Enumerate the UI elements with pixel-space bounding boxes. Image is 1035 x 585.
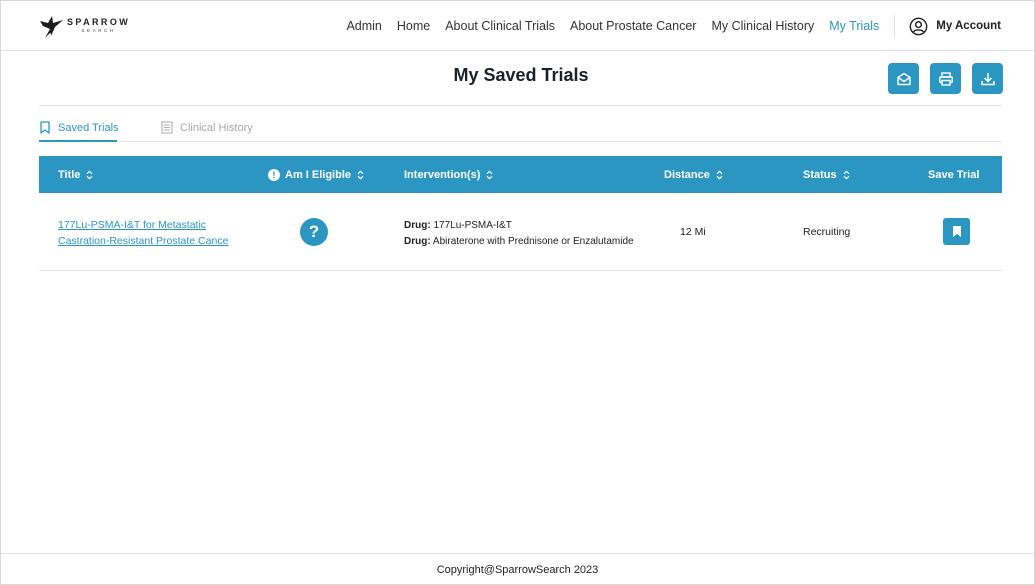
trial-title-line-2: Castration-Resistant Prostate Cance	[58, 235, 229, 247]
column-distance-label: Distance	[664, 168, 710, 181]
brand-subname: SEARCH	[81, 28, 116, 34]
sort-icon	[487, 170, 493, 179]
nav-my-trials[interactable]: My Trials	[829, 19, 879, 33]
column-save-label: Save Trial	[928, 168, 980, 181]
my-account-button[interactable]: My Account	[909, 17, 1001, 36]
intervention-item: Drug: Abiraterone with Prednisone or Enz…	[404, 234, 634, 250]
column-header-title[interactable]: Title	[58, 156, 93, 193]
info-icon: !	[268, 168, 280, 181]
brand-name: SPARROW	[67, 17, 131, 28]
intervention-item: Drug: 177Lu-PSMA-I&T	[404, 218, 634, 234]
status-value: Recruiting	[803, 226, 851, 238]
tab-saved-trials[interactable]: Saved Trials	[39, 121, 119, 134]
top-navigation-bar: SPARROW SEARCH Admin Home About Clinical…	[1, 1, 1034, 51]
intervention-name: 177Lu-PSMA-I&T	[433, 220, 512, 231]
email-button[interactable]	[888, 63, 919, 94]
bookmark-filled-icon	[952, 226, 961, 237]
main-nav: Admin Home About Clinical Trials About P…	[346, 1, 1034, 51]
tabs-divider	[39, 141, 1002, 142]
eligibility-check-button[interactable]: ?	[300, 218, 328, 246]
intervention-type: Drug:	[404, 220, 431, 231]
column-header-status[interactable]: Status	[803, 156, 850, 193]
page-title: My Saved Trials	[453, 65, 589, 85]
copyright-text: Copyright@SparrowSearch 2023	[436, 563, 599, 576]
column-eligible-label: Am I Eligible	[285, 168, 352, 181]
save-trial-button[interactable]	[943, 218, 970, 245]
distance-value: 12 Mi	[680, 226, 706, 238]
table-row: 177Lu-PSMA-I&T for Metastatic Castration…	[39, 193, 1002, 271]
nav-home[interactable]: Home	[397, 19, 430, 33]
nav-my-clinical-history[interactable]: My Clinical History	[711, 19, 814, 33]
trial-title-link[interactable]: 177Lu-PSMA-I&T for Metastatic Castration…	[58, 217, 248, 249]
tab-saved-trials-label: Saved Trials	[58, 121, 119, 134]
question-icon: ?	[308, 222, 320, 241]
tab-clinical-history[interactable]: Clinical History	[161, 121, 253, 134]
column-header-save: Save Trial	[928, 156, 979, 193]
active-tab-indicator	[39, 140, 117, 142]
nav-about-prostate-cancer[interactable]: About Prostate Cancer	[570, 19, 696, 33]
nav-about-clinical-trials[interactable]: About Clinical Trials	[445, 19, 555, 33]
sparrow-bird-icon	[40, 16, 63, 38]
my-account-label: My Account	[936, 20, 1001, 32]
column-title-label: Title	[58, 168, 81, 181]
interventions-cell: Drug: 177Lu-PSMA-I&T Drug: Abiraterone w…	[404, 218, 634, 250]
column-interventions-label: Intervention(s)	[404, 168, 481, 181]
column-header-eligible[interactable]: ! Am I Eligible	[268, 156, 364, 193]
download-button[interactable]	[972, 63, 1003, 94]
user-circle-icon	[909, 17, 928, 35]
nav-admin[interactable]: Admin	[346, 19, 381, 33]
trials-table-header: Title ! Am I Eligible Intervention(s) Di…	[39, 156, 1002, 193]
sort-icon	[843, 170, 850, 179]
nav-separator	[894, 15, 896, 37]
logo-text: SPARROW SEARCH	[67, 18, 130, 34]
download-icon	[980, 72, 995, 85]
sort-icon	[357, 170, 364, 179]
column-header-interventions[interactable]: Intervention(s)	[404, 156, 493, 193]
bookmark-outline-icon	[40, 121, 50, 134]
page-footer: Copyright@SparrowSearch 2023	[1, 553, 1034, 585]
intervention-type: Drug:	[404, 236, 431, 247]
tab-clinical-history-label: Clinical History	[180, 121, 253, 134]
sort-icon	[716, 170, 723, 179]
intervention-name: Abiraterone with Prednisone or Enzalutam…	[432, 236, 634, 247]
column-header-distance[interactable]: Distance	[664, 156, 723, 193]
title-divider	[39, 105, 1002, 106]
list-document-icon	[161, 121, 173, 134]
print-button[interactable]	[930, 63, 961, 94]
printer-icon	[938, 71, 953, 86]
sort-icon	[87, 170, 93, 179]
column-status-label: Status	[803, 168, 837, 181]
sparrow-search-logo[interactable]: SPARROW SEARCH	[39, 12, 130, 40]
envelope-open-icon	[896, 72, 911, 85]
trial-title-line-1: 177Lu-PSMA-I&T for Metastatic	[58, 219, 207, 231]
